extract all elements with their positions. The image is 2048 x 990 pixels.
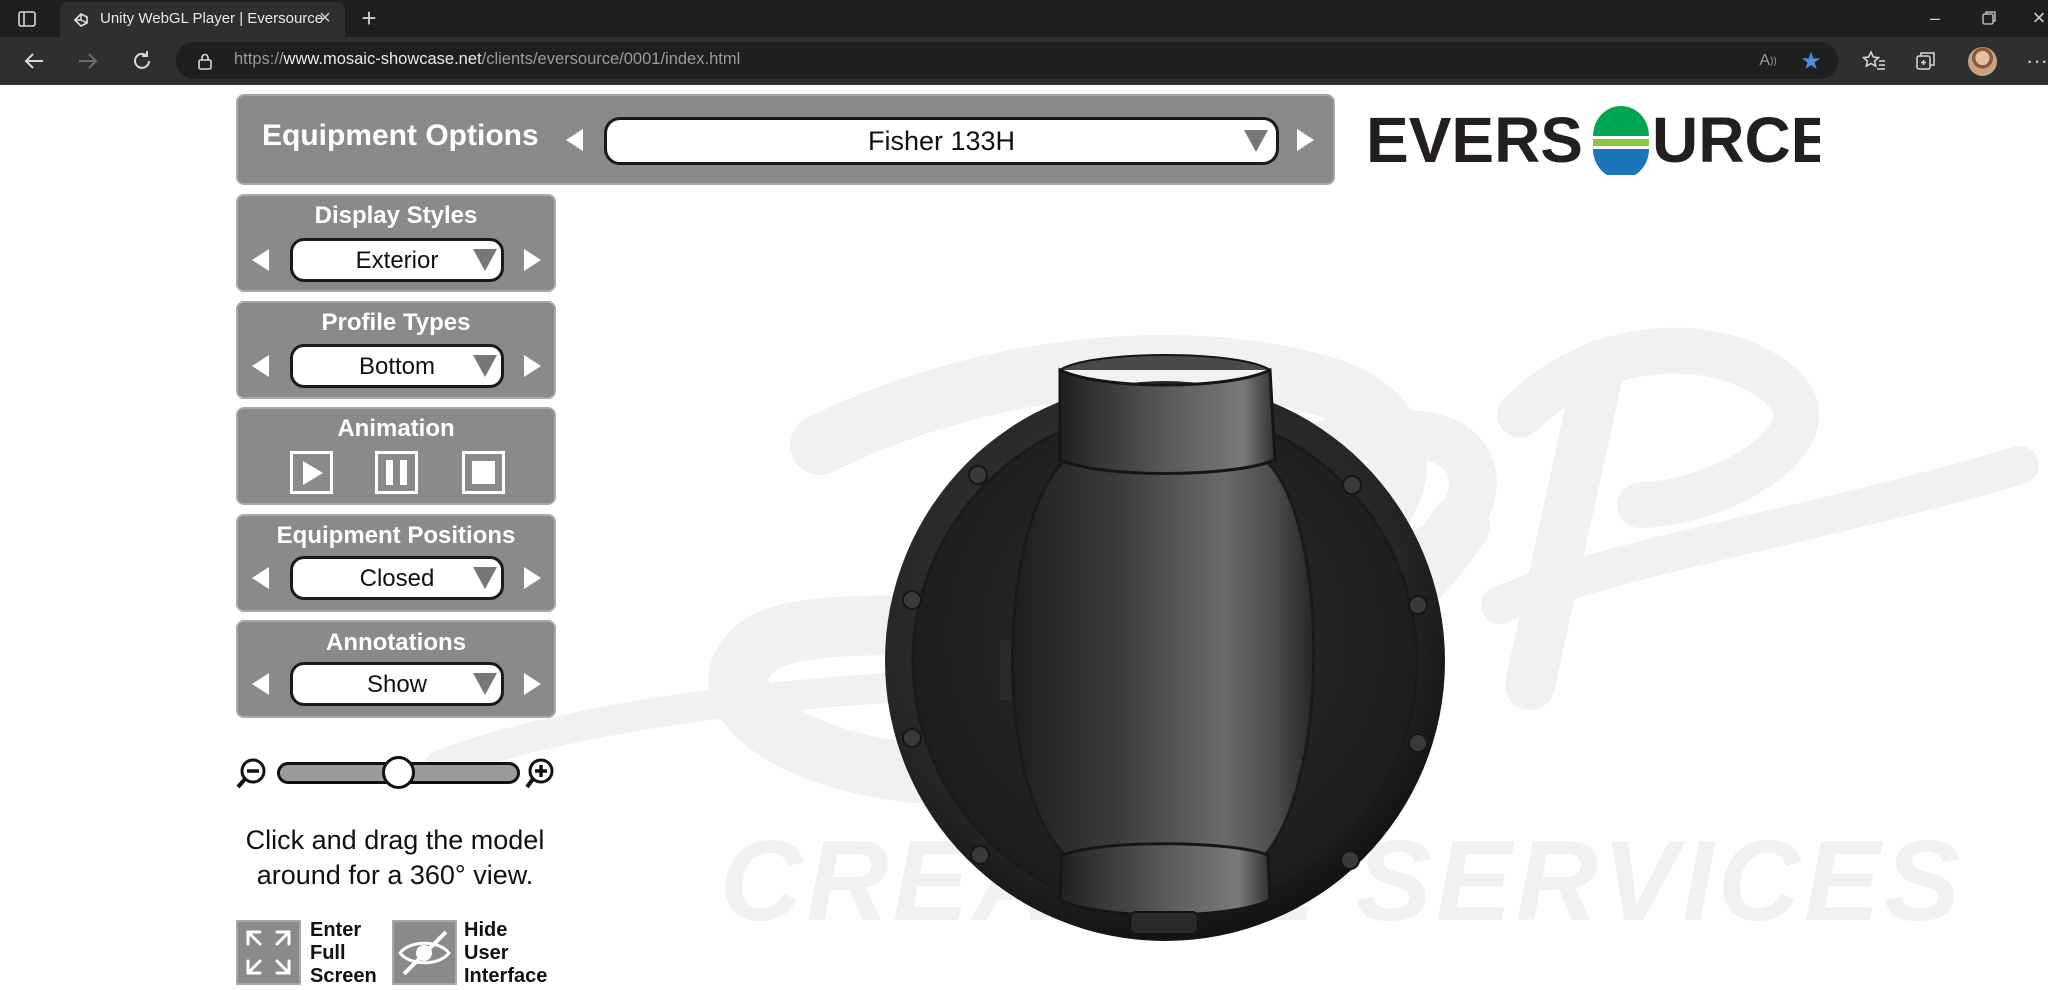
chevron-down-icon bbox=[1244, 130, 1268, 152]
zoom-slider-thumb[interactable] bbox=[382, 756, 415, 789]
display-styles-prev-icon[interactable] bbox=[252, 249, 269, 271]
profile-types-select[interactable]: Bottom bbox=[290, 344, 504, 388]
play-button[interactable] bbox=[290, 451, 333, 494]
equipment-positions-panel: Equipment Positions Closed bbox=[236, 514, 556, 612]
chevron-down-icon bbox=[473, 355, 497, 377]
display-styles-next-icon[interactable] bbox=[524, 249, 541, 271]
fullscreen-label-line-3: Screen bbox=[310, 965, 377, 987]
refresh-icon[interactable] bbox=[128, 47, 156, 75]
back-icon[interactable] bbox=[20, 47, 48, 75]
hide-ui-label[interactable]: Hide User Interface bbox=[464, 919, 547, 988]
url-text: https://www.mosaic-showcase.net/clients/… bbox=[234, 50, 740, 69]
profile-types-prev-icon[interactable] bbox=[252, 355, 269, 377]
stop-button[interactable] bbox=[462, 451, 505, 494]
minimize-icon[interactable]: – bbox=[1920, 6, 1950, 30]
new-tab-icon[interactable]: + bbox=[356, 3, 382, 33]
read-aloud-icon[interactable]: A)) bbox=[1756, 49, 1780, 73]
pause-button[interactable] bbox=[375, 451, 418, 494]
tab-title: Unity WebGL Player | Eversource bbox=[100, 10, 324, 27]
equipment-select[interactable]: Fisher 133H bbox=[604, 117, 1279, 165]
browser-tab-bar: Unity WebGL Player | Eversource × + – × bbox=[0, 0, 2048, 37]
url-host: www.mosaic-showcase.net bbox=[283, 50, 482, 68]
profile-types-panel: Profile Types Bottom bbox=[236, 301, 556, 399]
profile-avatar[interactable] bbox=[1968, 47, 1997, 76]
fullscreen-label-line-1: Enter bbox=[310, 919, 362, 941]
annotations-select[interactable]: Show bbox=[290, 662, 504, 706]
equipment-3d-model[interactable] bbox=[870, 300, 1590, 980]
zoom-in-icon[interactable] bbox=[525, 757, 557, 789]
hide-ui-label-line-2: User bbox=[464, 942, 509, 964]
restore-icon[interactable] bbox=[1978, 8, 2000, 28]
chevron-down-icon bbox=[473, 567, 497, 589]
eye-slash-icon bbox=[398, 930, 451, 976]
pause-icon bbox=[386, 460, 407, 485]
svg-text:URCE: URCE bbox=[1652, 105, 1820, 175]
equipment-positions-value: Closed bbox=[359, 565, 435, 592]
equipment-positions-next-icon[interactable] bbox=[524, 567, 541, 589]
fullscreen-label-line-2: Full bbox=[310, 942, 346, 964]
display-styles-panel: Display Styles Exterior bbox=[236, 194, 556, 292]
hide-ui-label-line-3: Interface bbox=[464, 965, 548, 987]
equipment-next-arrow-icon[interactable] bbox=[1297, 129, 1314, 151]
lock-icon[interactable] bbox=[196, 51, 214, 71]
favorites-icon[interactable] bbox=[1860, 47, 1888, 75]
animation-panel: Animation bbox=[236, 407, 556, 505]
annotations-prev-icon[interactable] bbox=[252, 673, 269, 695]
equipment-positions-select[interactable]: Closed bbox=[290, 556, 504, 600]
collections-icon[interactable] bbox=[1912, 47, 1940, 75]
display-styles-title: Display Styles bbox=[314, 202, 478, 229]
fullscreen-label[interactable]: Enter Full Screen bbox=[310, 919, 377, 988]
hide-ui-label-line-1: Hide bbox=[464, 919, 508, 941]
annotations-next-icon[interactable] bbox=[524, 673, 541, 695]
equipment-prev-arrow-icon[interactable] bbox=[566, 129, 583, 151]
display-styles-value: Exterior bbox=[355, 247, 439, 274]
animation-title: Animation bbox=[337, 415, 455, 442]
favorite-star-icon[interactable]: ★ bbox=[1797, 47, 1825, 75]
play-icon bbox=[303, 461, 323, 485]
equipment-select-value: Fisher 133H bbox=[867, 126, 1016, 156]
equipment-options-panel: Equipment Options Fisher 133H bbox=[236, 94, 1335, 185]
chevron-down-icon bbox=[473, 249, 497, 271]
tab-actions-icon[interactable] bbox=[16, 8, 38, 30]
more-options-icon[interactable]: ··· bbox=[2026, 47, 2048, 75]
url-prefix: https:// bbox=[234, 50, 284, 68]
hide-ui-button[interactable] bbox=[392, 920, 457, 985]
equipment-positions-title: Equipment Positions bbox=[276, 522, 516, 549]
fullscreen-icon bbox=[246, 930, 291, 975]
profile-types-title: Profile Types bbox=[321, 309, 471, 336]
eversource-logo: EVERS URCE bbox=[1366, 105, 1820, 175]
annotations-value: Show bbox=[366, 671, 428, 698]
svg-text:EVERS: EVERS bbox=[1366, 105, 1583, 175]
profile-types-value: Bottom bbox=[358, 353, 436, 380]
display-styles-select[interactable]: Exterior bbox=[290, 238, 504, 282]
equipment-options-title: Equipment Options bbox=[262, 119, 539, 152]
instruction-text: Click and drag the model around for a 36… bbox=[245, 825, 545, 890]
unity-webgl-page: CREATIVE SERVICES EVERS URCE Equipment O… bbox=[0, 85, 2048, 990]
browser-tab[interactable]: Unity WebGL Player | Eversource × bbox=[60, 2, 345, 37]
stop-icon bbox=[472, 461, 495, 484]
annotations-title: Annotations bbox=[326, 629, 466, 656]
url-path: /clients/eversource/0001/index.html bbox=[481, 50, 741, 68]
tab-close-icon[interactable]: × bbox=[314, 7, 336, 30]
chevron-down-icon bbox=[473, 673, 497, 695]
window-close-icon[interactable]: × bbox=[2030, 4, 2048, 32]
fullscreen-button[interactable] bbox=[236, 920, 301, 985]
unity-icon bbox=[73, 13, 88, 27]
forward-icon[interactable] bbox=[74, 47, 102, 75]
profile-types-next-icon[interactable] bbox=[524, 355, 541, 377]
annotations-panel: Annotations Show bbox=[236, 620, 556, 718]
zoom-out-icon[interactable] bbox=[236, 757, 268, 789]
equipment-positions-prev-icon[interactable] bbox=[252, 567, 269, 589]
